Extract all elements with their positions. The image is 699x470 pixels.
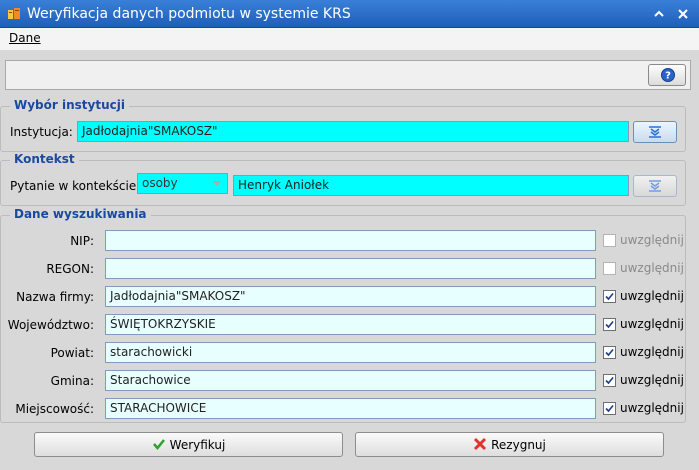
include-checkbox-label: uwzględnij [620, 345, 684, 359]
checkmark-icon [605, 376, 614, 385]
expand-icon [649, 126, 661, 138]
include-checkbox[interactable] [603, 374, 616, 387]
help-icon: ? [661, 68, 675, 82]
search-field-label: REGON: [46, 262, 94, 276]
close-icon [678, 9, 688, 19]
institution-label: Instytucja: [10, 125, 73, 139]
include-checkbox[interactable] [603, 318, 616, 331]
include-checkbox-label: uwzględnij [620, 317, 684, 331]
include-checkbox[interactable] [603, 290, 616, 303]
search-group: Dane wyszukiwania NIP: uwzględnij REGON: uw… [0, 207, 686, 423]
search-field-label: Nazwa firmy: [16, 290, 94, 304]
search-field-input[interactable]: ŚWIĘTOKRZYSKIE [105, 314, 596, 335]
include-checkbox[interactable] [603, 262, 616, 275]
institution-group: Wybór instytucji Instytucja: Jadłodajnia… [0, 98, 686, 152]
checkmark-icon [605, 404, 614, 413]
search-field-input[interactable] [105, 230, 596, 251]
close-button[interactable] [674, 5, 692, 23]
context-legend: Kontekst [10, 152, 79, 166]
include-checkbox-label: uwzględnij [620, 261, 684, 275]
verify-button[interactable]: Weryfikuj [34, 432, 343, 457]
search-field-input[interactable]: STARACHOWICE [105, 398, 596, 419]
context-combo[interactable]: osoby [137, 173, 228, 194]
collapse-button[interactable] [650, 5, 668, 23]
title-bar: Weryfikacja danych podmiotu w systemie K… [0, 0, 699, 28]
menu-item-dane[interactable]: Dane [9, 31, 41, 45]
svg-text:?: ? [665, 71, 671, 82]
menu-bar: Dane [0, 28, 699, 50]
search-field-input[interactable] [105, 258, 596, 279]
include-checkbox[interactable] [603, 402, 616, 415]
verify-label: Weryfikuj [169, 438, 226, 452]
expand-icon [649, 180, 661, 192]
search-field-label: Powiat: [50, 346, 94, 360]
institution-legend: Wybór instytucji [10, 98, 129, 112]
menu-item-dane-label: Dane [9, 31, 41, 45]
context-person-field[interactable]: Henryk Aniołek [233, 175, 629, 196]
include-checkbox-label: uwzględnij [620, 401, 684, 415]
institution-field[interactable]: Jadłodajnia"SMAKOSZ" [77, 121, 629, 142]
context-select-button[interactable] [633, 175, 677, 197]
search-legend: Dane wyszukiwania [10, 207, 151, 221]
checkmark-icon [605, 320, 614, 329]
check-icon [152, 439, 165, 450]
include-checkbox-label: uwzględnij [620, 233, 684, 247]
include-checkbox-label: uwzględnij [620, 289, 684, 303]
dropdown-arrow-icon [213, 181, 221, 186]
window-title: Weryfikacja danych podmiotu w systemie K… [27, 6, 351, 22]
include-checkbox[interactable] [603, 234, 616, 247]
search-field-input[interactable]: Jadłodajnia"SMAKOSZ" [105, 286, 596, 307]
search-field-label: NIP: [70, 234, 94, 248]
cross-icon [474, 437, 487, 451]
include-checkbox[interactable] [603, 346, 616, 359]
search-field-input[interactable]: Starachowice [105, 370, 596, 391]
toolbar: ? [5, 60, 691, 90]
cancel-button[interactable]: Rezygnuj [355, 432, 664, 457]
app-icon [8, 8, 20, 19]
checkmark-icon [605, 348, 614, 357]
chevron-up-icon [654, 10, 664, 17]
search-field-label: Gmina: [50, 374, 94, 388]
checkmark-icon [605, 292, 614, 301]
context-label: Pytanie w kontekście: [10, 179, 141, 193]
cancel-label: Rezygnuj [491, 438, 546, 452]
search-field-input[interactable]: starachowicki [105, 342, 596, 363]
include-checkbox-label: uwzględnij [620, 373, 684, 387]
context-group: Kontekst Pytanie w kontekście: osoby Hen… [0, 152, 686, 206]
help-button[interactable]: ? [648, 64, 686, 86]
search-field-label: Województwo: [7, 318, 94, 332]
institution-select-button[interactable] [633, 121, 677, 143]
context-combo-value: osoby [142, 176, 178, 190]
search-field-label: Miejscowość: [15, 402, 94, 416]
